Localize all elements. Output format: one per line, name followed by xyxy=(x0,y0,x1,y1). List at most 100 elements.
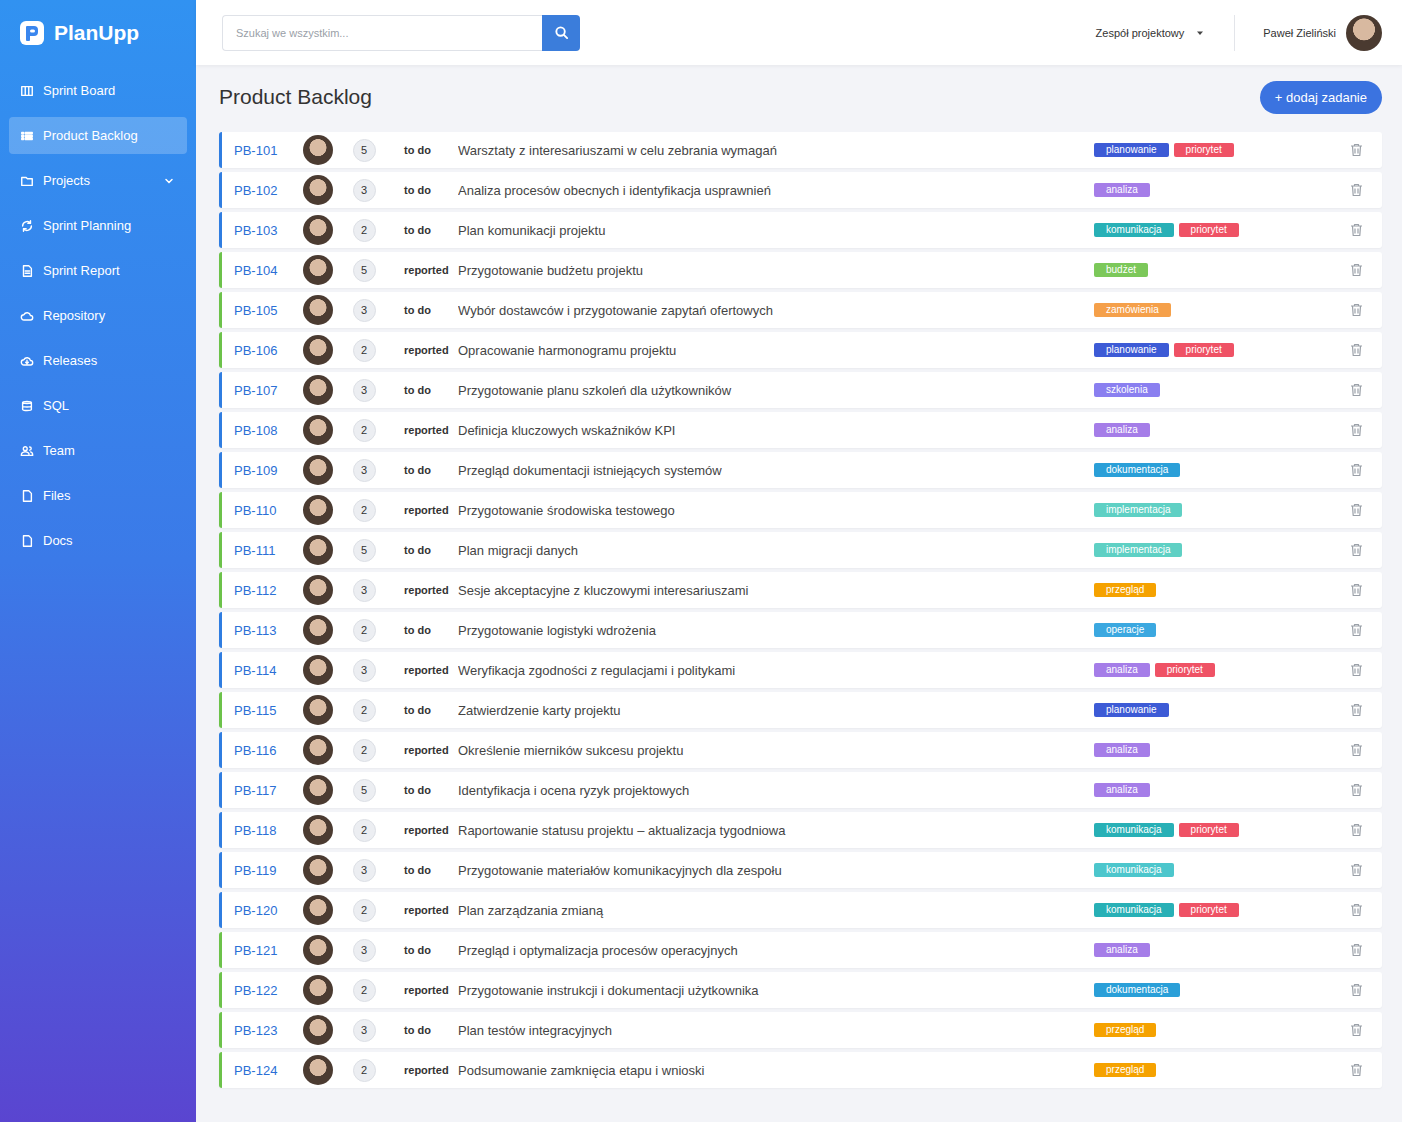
trash-icon[interactable] xyxy=(1350,383,1363,397)
task-id[interactable]: PB-109 xyxy=(234,463,300,478)
backlog-row[interactable]: PB-1015to doWarsztaty z interesariuszami… xyxy=(219,132,1382,168)
backlog-row[interactable]: PB-1062reportedOpracowanie harmonogramu … xyxy=(219,332,1382,368)
trash-icon[interactable] xyxy=(1350,503,1363,517)
task-id[interactable]: PB-117 xyxy=(234,783,300,798)
backlog-row[interactable]: PB-1143reportedWeryfikacja zgodności z r… xyxy=(219,652,1382,688)
task-id[interactable]: PB-122 xyxy=(234,983,300,998)
task-id[interactable]: PB-115 xyxy=(234,703,300,718)
task-id[interactable]: PB-113 xyxy=(234,623,300,638)
trash-icon[interactable] xyxy=(1350,543,1363,557)
backlog-row[interactable]: PB-1082reportedDefinicja kluczowych wska… xyxy=(219,412,1382,448)
user-name[interactable]: Paweł Zieliński xyxy=(1263,27,1336,39)
task-title[interactable]: Określenie mierników sukcesu projektu xyxy=(458,743,1094,758)
task-id[interactable]: PB-101 xyxy=(234,143,300,158)
task-id[interactable]: PB-104 xyxy=(234,263,300,278)
task-title[interactable]: Wybór dostawców i przygotowanie zapytań … xyxy=(458,303,1094,318)
tag[interactable]: implementacja xyxy=(1094,503,1182,517)
tag[interactable]: szkolenia xyxy=(1094,383,1160,397)
trash-icon[interactable] xyxy=(1350,943,1363,957)
tag[interactable]: zamówienia xyxy=(1094,303,1171,317)
task-title[interactable]: Przegląd i optymalizacja procesów operac… xyxy=(458,943,1094,958)
search-input[interactable] xyxy=(222,15,542,51)
trash-icon[interactable] xyxy=(1350,1023,1363,1037)
task-id[interactable]: PB-114 xyxy=(234,663,300,678)
backlog-row[interactable]: PB-1213to doPrzegląd i optymalizacja pro… xyxy=(219,932,1382,968)
trash-icon[interactable] xyxy=(1350,663,1363,677)
task-title[interactable]: Identyfikacja i ocena ryzyk projektowych xyxy=(458,783,1094,798)
task-title[interactable]: Plan zarządzania zmianą xyxy=(458,903,1094,918)
tag[interactable]: komunikacja xyxy=(1094,903,1174,917)
backlog-row[interactable]: PB-1202reportedPlan zarządzania zmianąko… xyxy=(219,892,1382,928)
sidebar-item[interactable]: SQL xyxy=(9,387,187,424)
user-avatar[interactable] xyxy=(1346,15,1382,51)
tag[interactable]: dokumentacja xyxy=(1094,463,1180,477)
task-title[interactable]: Weryfikacja zgodności z regulacjami i po… xyxy=(458,663,1094,678)
task-id[interactable]: PB-111 xyxy=(234,543,300,558)
trash-icon[interactable] xyxy=(1350,743,1363,757)
trash-icon[interactable] xyxy=(1350,463,1363,477)
tag[interactable]: planowanie xyxy=(1094,703,1169,717)
logo[interactable]: PlanUpp xyxy=(0,18,196,48)
trash-icon[interactable] xyxy=(1350,343,1363,357)
sidebar-item[interactable]: Docs xyxy=(9,522,187,559)
backlog-row[interactable]: PB-1123reportedSesje akceptacyjne z kluc… xyxy=(219,572,1382,608)
task-id[interactable]: PB-116 xyxy=(234,743,300,758)
trash-icon[interactable] xyxy=(1350,263,1363,277)
trash-icon[interactable] xyxy=(1350,823,1363,837)
tag[interactable]: dokumentacja xyxy=(1094,983,1180,997)
task-id[interactable]: PB-105 xyxy=(234,303,300,318)
task-title[interactable]: Przegląd dokumentacji istniejących syste… xyxy=(458,463,1094,478)
tag[interactable]: komunikacja xyxy=(1094,223,1174,237)
task-id[interactable]: PB-108 xyxy=(234,423,300,438)
task-title[interactable]: Przygotowanie instrukcji i dokumentacji … xyxy=(458,983,1094,998)
trash-icon[interactable] xyxy=(1350,703,1363,717)
tag[interactable]: przegląd xyxy=(1094,1023,1156,1037)
tag[interactable]: analiza xyxy=(1094,943,1150,957)
backlog-row[interactable]: PB-1162reportedOkreślenie mierników sukc… xyxy=(219,732,1382,768)
backlog-row[interactable]: PB-1182reportedRaportowanie statusu proj… xyxy=(219,812,1382,848)
task-id[interactable]: PB-123 xyxy=(234,1023,300,1038)
tag[interactable]: priorytet xyxy=(1174,343,1234,357)
task-id[interactable]: PB-119 xyxy=(234,863,300,878)
tag[interactable]: priorytet xyxy=(1179,823,1239,837)
task-title[interactable]: Podsumowanie zamknięcia etapu i wnioski xyxy=(458,1063,1094,1078)
sidebar-item[interactable]: Sprint Planning xyxy=(9,207,187,244)
trash-icon[interactable] xyxy=(1350,423,1363,437)
backlog-row[interactable]: PB-1222reportedPrzygotowanie instrukcji … xyxy=(219,972,1382,1008)
backlog-row[interactable]: PB-1132to doPrzygotowanie logistyki wdro… xyxy=(219,612,1382,648)
task-id[interactable]: PB-102 xyxy=(234,183,300,198)
task-title[interactable]: Plan migracji danych xyxy=(458,543,1094,558)
task-title[interactable]: Przygotowanie budżetu projektu xyxy=(458,263,1094,278)
backlog-row[interactable]: PB-1053to doWybór dostawców i przygotowa… xyxy=(219,292,1382,328)
sidebar-item[interactable]: Product Backlog xyxy=(9,117,187,154)
task-title[interactable]: Plan komunikacji projektu xyxy=(458,223,1094,238)
tag[interactable]: planowanie xyxy=(1094,143,1169,157)
backlog-row[interactable]: PB-1242reportedPodsumowanie zamknięcia e… xyxy=(219,1052,1382,1088)
tag[interactable]: priorytet xyxy=(1179,903,1239,917)
trash-icon[interactable] xyxy=(1350,1063,1363,1077)
tag[interactable]: przegląd xyxy=(1094,1063,1156,1077)
backlog-row[interactable]: PB-1175to doIdentyfikacja i ocena ryzyk … xyxy=(219,772,1382,808)
task-title[interactable]: Przygotowanie logistyki wdrożenia xyxy=(458,623,1094,638)
trash-icon[interactable] xyxy=(1350,143,1363,157)
task-id[interactable]: PB-106 xyxy=(234,343,300,358)
task-title[interactable]: Warsztaty z interesariuszami w celu zebr… xyxy=(458,143,1094,158)
task-title[interactable]: Przygotowanie planu szkoleń dla użytkown… xyxy=(458,383,1094,398)
add-task-button[interactable]: + dodaj zadanie xyxy=(1260,81,1382,114)
task-id[interactable]: PB-110 xyxy=(234,503,300,518)
trash-icon[interactable] xyxy=(1350,903,1363,917)
tag[interactable]: analiza xyxy=(1094,783,1150,797)
backlog-row[interactable]: PB-1023to doAnaliza procesów obecnych i … xyxy=(219,172,1382,208)
backlog-row[interactable]: PB-1115to doPlan migracji danychimplemen… xyxy=(219,532,1382,568)
tag[interactable]: priorytet xyxy=(1179,223,1239,237)
tag[interactable]: implementacja xyxy=(1094,543,1182,557)
sidebar-item[interactable]: Releases xyxy=(9,342,187,379)
trash-icon[interactable] xyxy=(1350,983,1363,997)
task-title[interactable]: Definicja kluczowych wskaźników KPI xyxy=(458,423,1094,438)
task-title[interactable]: Plan testów integracyjnych xyxy=(458,1023,1094,1038)
task-title[interactable]: Opracowanie harmonogramu projektu xyxy=(458,343,1094,358)
task-title[interactable]: Przygotowanie materiałów komunikacyjnych… xyxy=(458,863,1094,878)
trash-icon[interactable] xyxy=(1350,623,1363,637)
task-title[interactable]: Przygotowanie środowiska testowego xyxy=(458,503,1094,518)
trash-icon[interactable] xyxy=(1350,783,1363,797)
